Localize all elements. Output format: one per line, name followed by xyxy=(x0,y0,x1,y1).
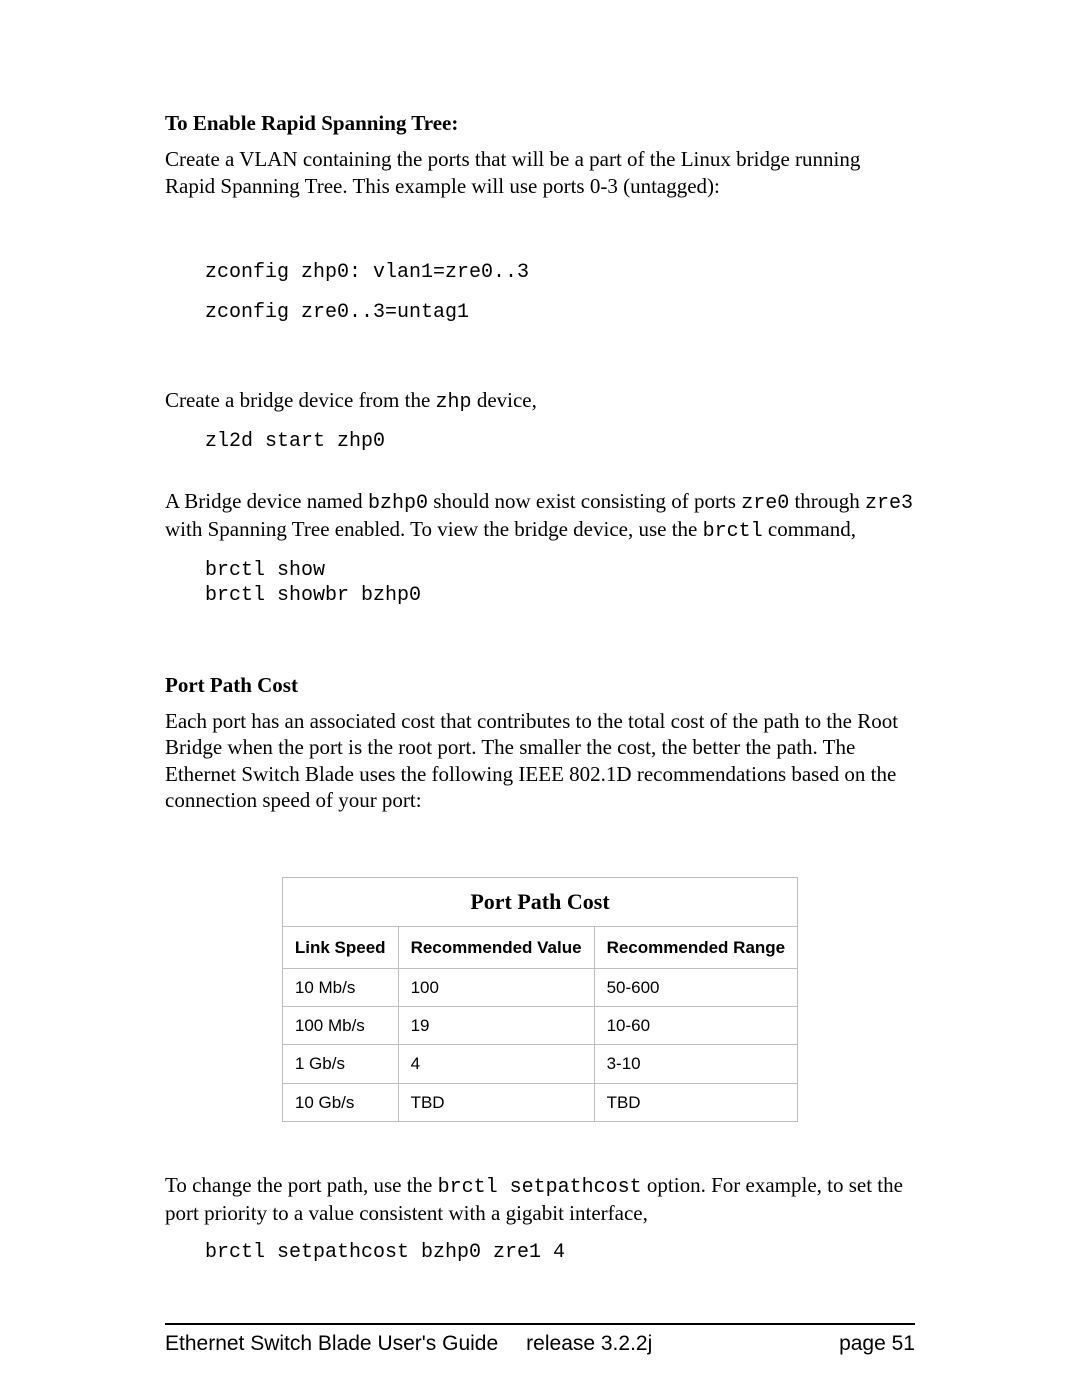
code-line: brctl show xyxy=(205,559,325,582)
col-header-rec-range: Recommended Range xyxy=(594,926,798,968)
heading-port-path-cost: Port Path Cost xyxy=(165,672,915,698)
spacer xyxy=(165,347,915,387)
inline-code: brctl setpathcost xyxy=(438,1176,642,1199)
paragraph: To change the port path, use the brctl s… xyxy=(165,1172,915,1226)
table-row: 100 Mb/s 19 10-60 xyxy=(282,1007,797,1045)
cell: 19 xyxy=(398,1007,594,1045)
cell: 50-600 xyxy=(594,968,798,1006)
cell: 4 xyxy=(398,1045,594,1083)
table-row: 10 Gb/s TBD TBD xyxy=(282,1083,797,1121)
col-header-rec-value: Recommended Value xyxy=(398,926,594,968)
footer-doc-title: Ethernet Switch Blade User's Guide xyxy=(165,1331,498,1357)
cell: 1 Gb/s xyxy=(282,1045,398,1083)
code-block-setpathcost: brctl setpathcost bzhp0 zre1 4 xyxy=(165,1240,915,1265)
cell: 10-60 xyxy=(594,1007,798,1045)
code-block-brctl: brctl show brctl showbr bzhp0 xyxy=(165,558,915,608)
table-caption: Port Path Cost xyxy=(282,878,797,927)
document-page: To Enable Rapid Spanning Tree: Create a … xyxy=(0,0,1080,1397)
code-block-zconfig: zconfig zhp0: vlan1=zre0..3 zconfig zre0… xyxy=(165,253,915,333)
cell: 100 Mb/s xyxy=(282,1007,398,1045)
text-run: To change the port path, use the xyxy=(165,1173,438,1197)
paragraph: A Bridge device named bzhp0 should now e… xyxy=(165,488,915,544)
paragraph: Create a VLAN containing the ports that … xyxy=(165,146,915,199)
footer-page-number: page 51 xyxy=(839,1331,915,1357)
paragraph: Each port has an associated cost that co… xyxy=(165,708,915,813)
text-run: Create a bridge device from the xyxy=(165,388,436,412)
spacer xyxy=(165,827,915,847)
code-line: brctl showbr bzhp0 xyxy=(205,584,421,607)
heading-enable-rstp: To Enable Rapid Spanning Tree: xyxy=(165,110,915,136)
code-line: zconfig zhp0: vlan1=zre0..3 xyxy=(205,261,529,284)
text-run: should now exist consisting of ports xyxy=(428,489,741,513)
table-row: 1 Gb/s 4 3-10 xyxy=(282,1045,797,1083)
spacer xyxy=(165,622,915,672)
cell: 3-10 xyxy=(594,1045,798,1083)
text-run: device, xyxy=(472,388,537,412)
cell: 10 Mb/s xyxy=(282,968,398,1006)
paragraph: Create a bridge device from the zhp devi… xyxy=(165,387,915,415)
code-line: brctl setpathcost bzhp0 zre1 4 xyxy=(205,1241,565,1264)
footer-line: Ethernet Switch Blade User's Guide relea… xyxy=(165,1331,915,1357)
spacer xyxy=(165,1152,915,1172)
text-run: A Bridge device named xyxy=(165,489,368,513)
table-row: 10 Mb/s 100 50-600 xyxy=(282,968,797,1006)
table-header-row: Link Speed Recommended Value Recommended… xyxy=(282,926,797,968)
text-run: through xyxy=(789,489,865,513)
footer-rule xyxy=(165,1323,915,1325)
cell: TBD xyxy=(594,1083,798,1121)
col-header-link-speed: Link Speed xyxy=(282,926,398,968)
code-line: zconfig zre0..3=untag1 xyxy=(205,301,469,324)
page-footer: Ethernet Switch Blade User's Guide relea… xyxy=(165,1323,915,1357)
text-run: command, xyxy=(763,517,856,541)
inline-code: zre3 xyxy=(865,492,913,515)
table-container: Port Path Cost Link Speed Recommended Va… xyxy=(165,877,915,1122)
code-line: zl2d start zhp0 xyxy=(205,430,385,453)
inline-code: zre0 xyxy=(741,492,789,515)
footer-release: release 3.2.2j xyxy=(526,1331,652,1357)
cell: 10 Gb/s xyxy=(282,1083,398,1121)
port-path-cost-table: Port Path Cost Link Speed Recommended Va… xyxy=(282,877,798,1122)
inline-code: bzhp0 xyxy=(368,492,428,515)
spacer xyxy=(165,213,915,253)
code-block-zl2d: zl2d start zhp0 xyxy=(165,429,915,454)
inline-code: zhp xyxy=(436,391,472,414)
table-caption-row: Port Path Cost xyxy=(282,878,797,927)
cell: 100 xyxy=(398,968,594,1006)
cell: TBD xyxy=(398,1083,594,1121)
inline-code: brctl xyxy=(703,520,763,543)
text-run: with Spanning Tree enabled. To view the … xyxy=(165,517,703,541)
spacer xyxy=(165,468,915,488)
